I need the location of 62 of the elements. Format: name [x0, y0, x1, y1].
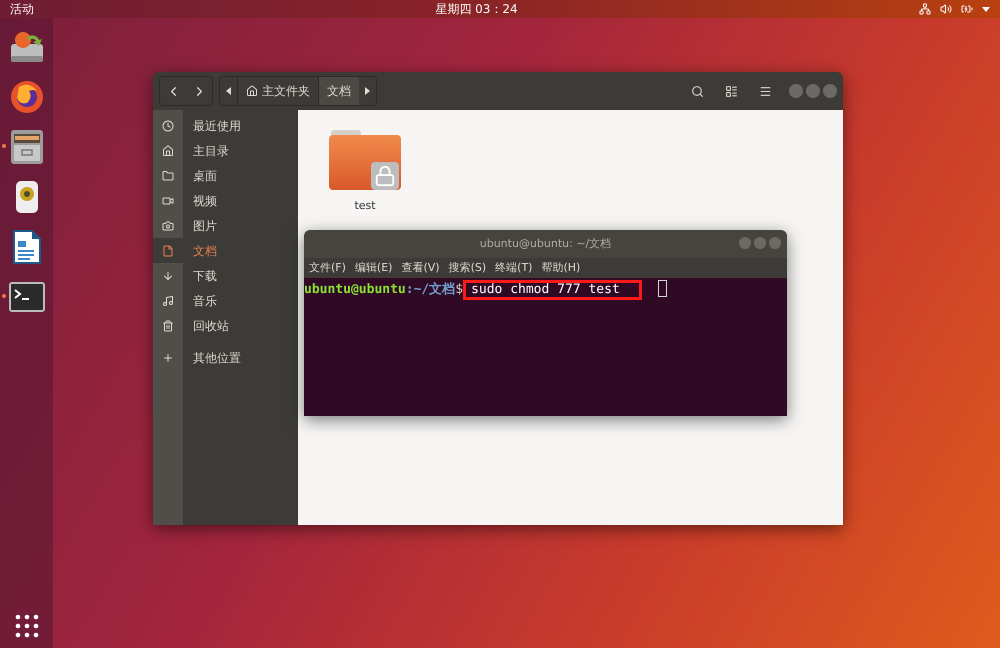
sidebar-label: 其他位置	[193, 350, 241, 366]
search-icon	[690, 84, 704, 98]
sidebar-label: 回收站	[193, 318, 229, 334]
home-icon	[162, 144, 174, 156]
document-icon	[12, 229, 42, 265]
menu-item[interactable]: 编辑(E)	[354, 260, 392, 276]
sidebar-label: 音乐	[193, 292, 217, 310]
menu-item[interactable]: 查看(V)	[401, 260, 440, 276]
file-cabinet-icon	[10, 129, 44, 165]
menu-item[interactable]: 帮助(H)	[541, 260, 580, 276]
menu-item[interactable]: 搜索(S)	[448, 260, 486, 276]
menu-item[interactable]: 文件(F)	[309, 260, 346, 276]
caret-icon[interactable]	[982, 6, 990, 12]
home-icon	[246, 85, 258, 97]
menu-icon	[758, 84, 772, 98]
sidebar-label: 文档	[193, 242, 217, 260]
sidebar-item[interactable]: 主目录	[153, 138, 298, 163]
sidebar-item[interactable]: 音乐	[153, 288, 298, 313]
command-text: sudo chmod 777 test	[463, 280, 642, 300]
menu-item[interactable]: 终端(T)	[495, 260, 532, 276]
camera-icon	[162, 220, 174, 232]
right-arrow-icon[interactable]	[365, 87, 370, 95]
sidebar-item[interactable]: 视频	[153, 188, 298, 213]
folder-icon	[162, 170, 174, 182]
text-cursor	[658, 280, 668, 297]
activities-button[interactable]: 活动	[10, 0, 34, 18]
battery-icon[interactable]	[960, 3, 973, 15]
file-name: test	[354, 198, 376, 214]
prompt-user: ubuntu@ubuntu	[304, 281, 406, 299]
document-icon	[162, 244, 174, 256]
music-note-icon	[162, 294, 174, 306]
sidebar-item[interactable]: 下载	[153, 263, 298, 288]
network-icon[interactable]	[918, 3, 931, 15]
sidebar-item[interactable]: 回收站	[153, 313, 298, 338]
video-camera-icon	[162, 194, 174, 206]
app-grid-icon[interactable]	[14, 614, 38, 638]
window-title: ubuntu@ubuntu: ~/文档	[480, 236, 612, 252]
terminal-icon	[8, 282, 44, 312]
plus-icon	[162, 352, 174, 364]
sidebar-item[interactable]: 最近使用	[153, 113, 298, 138]
clock-icon	[162, 120, 174, 132]
sidebar-label: 桌面	[193, 168, 217, 184]
prompt-sign: $	[455, 281, 464, 299]
list-view-icon	[724, 84, 738, 98]
sidebar-item[interactable]: 图片	[153, 213, 298, 238]
sidebar-label: 最近使用	[193, 118, 241, 134]
sidebar-label: 主目录	[193, 142, 229, 160]
sidebar-item[interactable]: 其他位置	[153, 345, 298, 370]
arrow-down-icon	[162, 270, 174, 282]
sidebar-label: 图片	[193, 218, 217, 234]
path-button[interactable]: 文档	[318, 77, 359, 105]
sidebar-label: 视频	[193, 192, 217, 210]
trash-icon	[162, 320, 174, 332]
sidebar-item[interactable]: 桌面	[153, 163, 298, 188]
volume-icon[interactable]	[940, 3, 952, 15]
lock-icon	[371, 162, 399, 190]
file-item[interactable]: test	[328, 130, 402, 214]
prompt-path: :~/文档	[406, 280, 456, 299]
disk-drive-icon	[8, 30, 44, 64]
clock-text[interactable]: 星期四 03：24	[435, 0, 518, 18]
sidebar-label: 下载	[193, 268, 217, 284]
left-arrow-icon[interactable]	[226, 87, 231, 95]
